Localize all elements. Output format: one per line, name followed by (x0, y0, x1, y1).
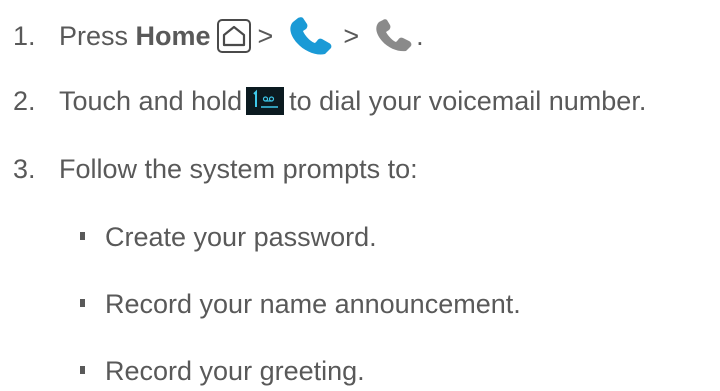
voicemail-key-icon (246, 87, 285, 115)
step-number: 2. (13, 85, 36, 116)
home-label: Home (135, 20, 211, 51)
bullet-icon (80, 366, 85, 374)
step-1: 1. Press Home > > . (0, 16, 424, 56)
step-3: 3. Follow the system prompts to: (0, 149, 418, 189)
bullet-icon (80, 299, 85, 307)
step-number: 3. (13, 153, 36, 184)
list-item: Record your name announcement. (0, 284, 521, 324)
step-text: Follow the system prompts to: (59, 153, 418, 184)
step-number: 1. (13, 20, 36, 51)
list-item-text: Record your name announcement. (105, 288, 521, 319)
phone-icon (370, 18, 416, 54)
list-item-text: Record your greeting. (105, 355, 365, 386)
list-item: Record your greeting. (0, 351, 365, 391)
list-item-text: Create your password. (105, 221, 377, 252)
home-icon (216, 19, 251, 53)
list-item: Create your password. (0, 217, 377, 257)
phone-app-icon (282, 16, 336, 56)
separator: > (343, 20, 360, 51)
step-end: . (416, 20, 424, 51)
separator: > (257, 20, 274, 51)
step-text: Press (59, 20, 136, 51)
step-text: Touch and hold (59, 85, 243, 116)
step-2: 2. Touch and hold to dial your voicemail… (0, 81, 646, 121)
bullet-icon (80, 232, 85, 240)
step-text: to dial your voicemail number. (289, 85, 647, 116)
